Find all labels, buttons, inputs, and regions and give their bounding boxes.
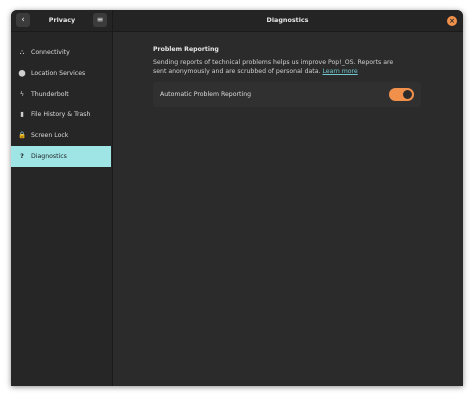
- connectivity-icon: ⛬: [19, 48, 25, 56]
- automatic-problem-reporting-row[interactable]: Automatic Problem Reporting: [153, 82, 421, 107]
- sidebar-item-label: Thunderbolt: [31, 91, 69, 98]
- settings-window: ‹ Privacy ≡ Diagnostics × ⛬ Connectivity…: [11, 10, 463, 386]
- section-title: Problem Reporting: [153, 46, 219, 53]
- sidebar-item-file-history-trash[interactable]: ▮ File History & Trash: [11, 104, 111, 125]
- sidebar-item-label: File History & Trash: [31, 111, 91, 118]
- sidebar-item-screen-lock[interactable]: 🔒 Screen Lock: [11, 125, 111, 146]
- hamburger-menu-icon: ≡: [96, 15, 104, 24]
- close-button[interactable]: ×: [447, 16, 457, 26]
- file-history-icon: ▮: [20, 110, 24, 118]
- sidebar-item-connectivity[interactable]: ⛬ Connectivity: [11, 42, 111, 63]
- sidebar-item-thunderbolt[interactable]: ϟ Thunderbolt: [11, 84, 111, 105]
- sidebar-header: ‹ Privacy ≡: [11, 10, 113, 31]
- automatic-reporting-toggle[interactable]: [389, 88, 414, 101]
- sidebar-item-label: Screen Lock: [31, 132, 69, 139]
- sidebar-item-label: Location Services: [31, 70, 86, 77]
- back-arrow-icon: ‹: [21, 15, 25, 25]
- sidebar-item-label: Connectivity: [31, 49, 70, 56]
- toggle-knob: [403, 90, 412, 99]
- sidebar: ⛬ Connectivity ⬤ Location Services ϟ Thu…: [11, 32, 113, 386]
- page-title: Diagnostics: [266, 16, 309, 24]
- back-button[interactable]: ‹: [16, 13, 30, 27]
- location-pin-icon: ⬤: [18, 69, 26, 77]
- sidebar-item-label: Diagnostics: [31, 153, 67, 160]
- menu-button[interactable]: ≡: [93, 13, 107, 27]
- sidebar-item-location-services[interactable]: ⬤ Location Services: [11, 63, 111, 84]
- section-description: Sending reports of technical problems he…: [153, 59, 408, 76]
- question-icon: ?: [20, 152, 24, 160]
- main-content: Problem Reporting Sending reports of tec…: [113, 32, 463, 386]
- header-bar: ‹ Privacy ≡ Diagnostics ×: [11, 10, 463, 32]
- learn-more-link[interactable]: Learn more: [322, 68, 357, 75]
- close-icon: ×: [449, 17, 455, 25]
- lock-icon: 🔒: [17, 131, 27, 139]
- sidebar-item-diagnostics[interactable]: ? Diagnostics: [11, 146, 111, 167]
- thunderbolt-icon: ϟ: [19, 90, 25, 98]
- row-label: Automatic Problem Reporting: [160, 91, 252, 98]
- sidebar-title: Privacy: [48, 16, 76, 24]
